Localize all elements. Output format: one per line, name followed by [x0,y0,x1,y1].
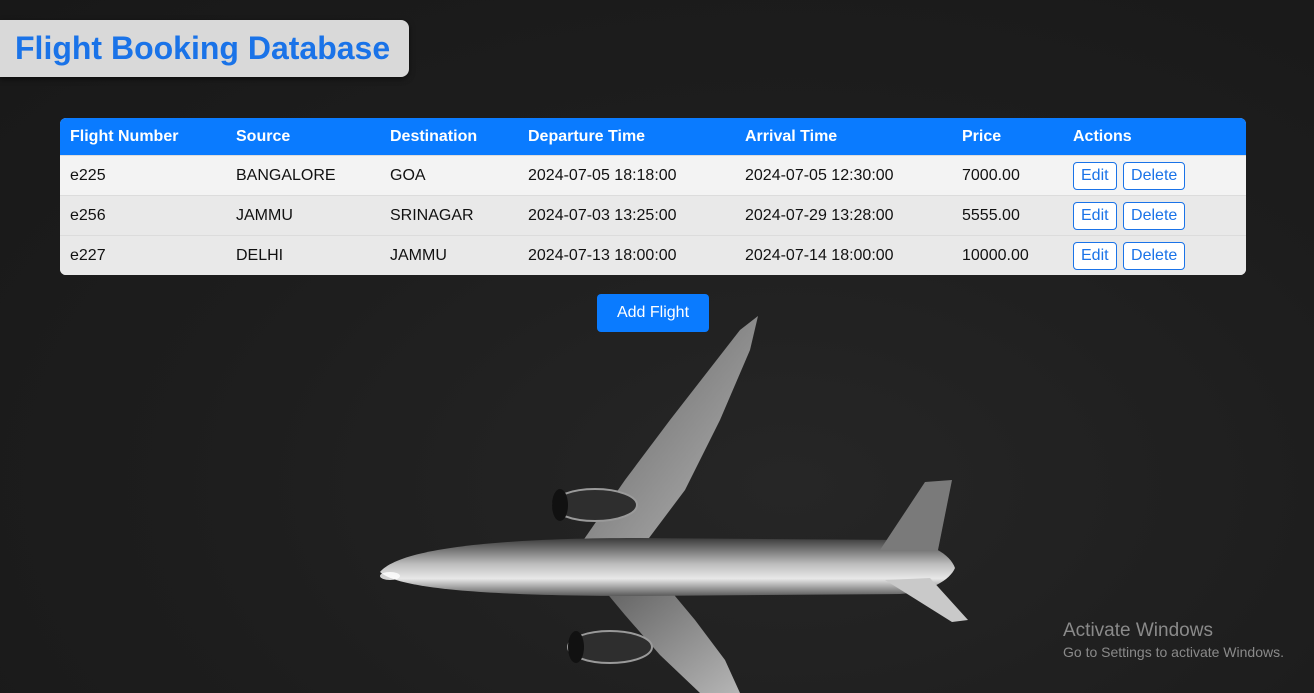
price-cell: 7000.00 [952,155,1063,196]
departure-time-cell: 2024-07-03 13:25:00 [518,195,735,236]
watermark-title: Activate Windows [1063,620,1213,641]
edit-button[interactable]: Edit [1073,161,1117,190]
table-header-row: Flight Number Source Destination Departu… [60,118,1246,156]
delete-button[interactable]: Delete [1123,201,1186,230]
flight-number-cell: e225 [60,155,226,196]
page-title: Flight Booking Database [15,30,391,66]
edit-button[interactable]: Edit [1073,241,1117,270]
column-header-arrival-time: Arrival Time [735,118,952,156]
price-cell: 5555.00 [952,195,1063,236]
delete-button[interactable]: Delete [1123,241,1186,270]
activate-windows-watermark: Activate Windows Go to Settings to activ… [1063,620,1284,662]
arrival-time-cell: 2024-07-05 12:30:00 [735,155,952,196]
add-flight-button[interactable]: Add Flight [597,294,709,332]
flight-number-cell: e227 [60,235,226,275]
column-header-actions: Actions [1063,118,1246,156]
edit-button[interactable]: Edit [1073,201,1117,230]
arrival-time-cell: 2024-07-14 18:00:00 [735,235,952,275]
destination-cell: JAMMU [380,235,518,275]
delete-button[interactable]: Delete [1123,161,1186,190]
table-row: e256 JAMMU SRINAGAR 2024-07-03 13:25:00 … [60,195,1246,236]
destination-cell: SRINAGAR [380,195,518,236]
table-row: e225 BANGALORE GOA 2024-07-05 18:18:00 2… [60,155,1246,196]
source-cell: BANGALORE [226,155,380,196]
table-row: e227 DELHI JAMMU 2024-07-13 18:00:00 202… [60,235,1246,275]
source-cell: DELHI [226,235,380,275]
actions-cell: Edit Delete [1063,155,1246,196]
actions-cell: Edit Delete [1063,195,1246,236]
source-cell: JAMMU [226,195,380,236]
price-cell: 10000.00 [952,235,1063,275]
arrival-time-cell: 2024-07-29 13:28:00 [735,195,952,236]
column-header-departure-time: Departure Time [518,118,735,156]
column-header-source: Source [226,118,380,156]
column-header-destination: Destination [380,118,518,156]
flight-number-cell: e256 [60,195,226,236]
column-header-price: Price [952,118,1063,156]
flights-table: Flight Number Source Destination Departu… [60,118,1246,275]
actions-cell: Edit Delete [1063,235,1246,275]
flights-table-container: Flight Number Source Destination Departu… [60,118,1246,275]
departure-time-cell: 2024-07-13 18:00:00 [518,235,735,275]
page-title-box: Flight Booking Database [0,20,409,77]
departure-time-cell: 2024-07-05 18:18:00 [518,155,735,196]
watermark-subtitle: Go to Settings to activate Windows. [1063,644,1284,660]
column-header-flight-number: Flight Number [60,118,226,156]
airplane-background-image [380,316,968,693]
destination-cell: GOA [380,155,518,196]
